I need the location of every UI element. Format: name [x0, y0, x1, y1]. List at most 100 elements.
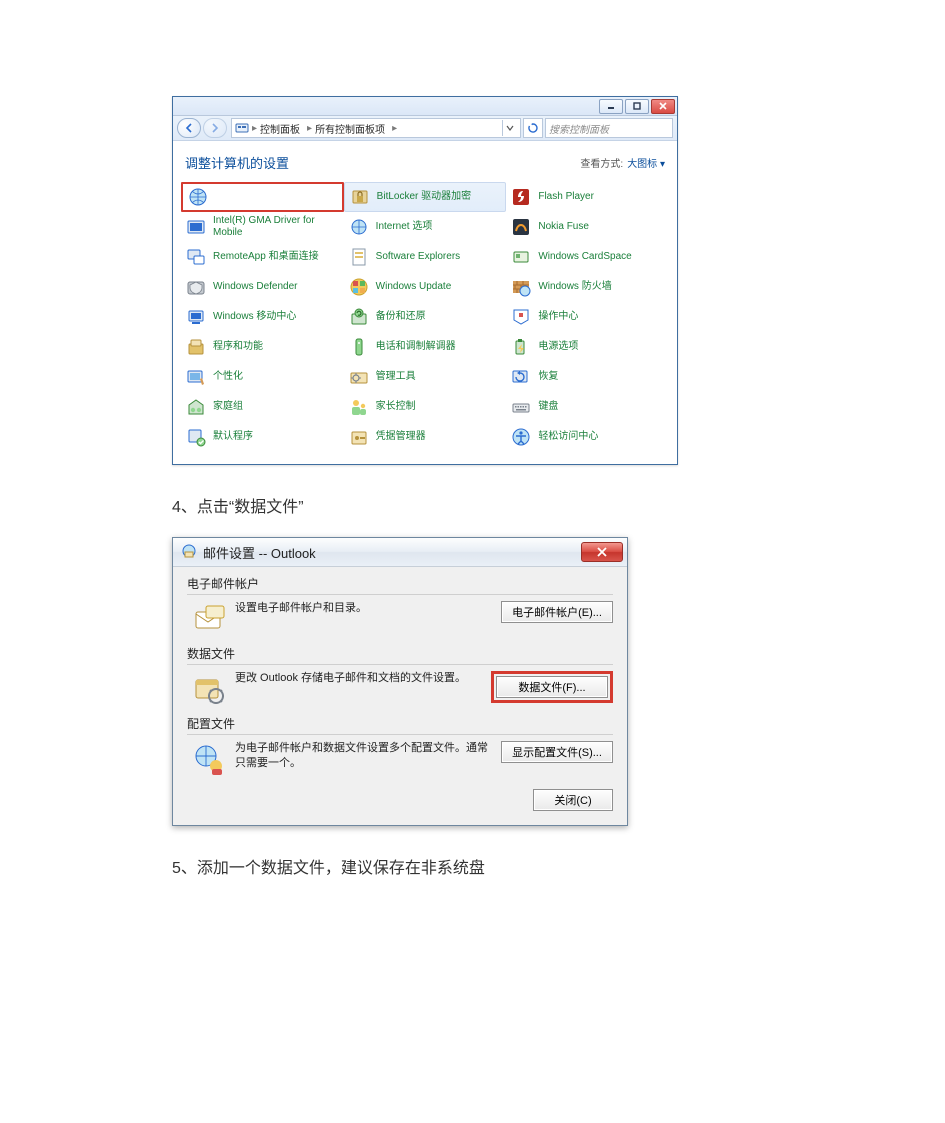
cp-item-cardspace[interactable]: Windows CardSpace — [506, 242, 669, 272]
default-programs-icon — [185, 426, 207, 448]
cp-item-homegroup[interactable]: 家庭组 — [181, 392, 344, 422]
ease-of-access-icon — [510, 426, 532, 448]
back-button[interactable] — [177, 118, 201, 138]
maximize-button[interactable] — [625, 99, 649, 114]
data-files-icon — [191, 671, 227, 707]
cp-item-label: Internet 选项 — [376, 221, 433, 233]
search-box[interactable]: 搜索控制面板 — [545, 118, 673, 138]
power-icon — [510, 336, 532, 358]
admin-tools-icon — [348, 366, 370, 388]
search-placeholder: 搜索控制面板 — [549, 121, 609, 136]
cp-item-software-explorers[interactable]: Software Explorers — [344, 242, 507, 272]
forward-button[interactable] — [203, 118, 227, 138]
data-files-button[interactable]: 数据文件(F)... — [496, 676, 608, 698]
cp-view-value[interactable]: 大图标 ▾ — [627, 159, 665, 170]
close-button[interactable] — [651, 99, 675, 114]
cp-items-grid: BitLocker 驱动器加密 Flash Player Intel(R) GM… — [173, 178, 677, 464]
cp-item-label: Flash Player — [538, 191, 594, 203]
mail-group-accounts: 电子邮件帐户 设置电子邮件帐户和目录。 电子邮件帐户(E)... — [187, 575, 613, 637]
cp-item-label: 家长控制 — [376, 401, 416, 413]
control-panel-icon — [235, 122, 249, 134]
step-4-caption: 4、点击“数据文件” — [172, 493, 945, 517]
cp-item-keyboard[interactable]: 键盘 — [506, 392, 669, 422]
cp-item-label: Nokia Fuse — [538, 221, 589, 233]
cp-item-label: 程序和功能 — [213, 341, 263, 353]
breadcrumb-seg-1[interactable]: 控制面板 — [260, 121, 300, 136]
cp-item-parental[interactable]: 家长控制 — [344, 392, 507, 422]
cp-item-mobility[interactable]: Windows 移动中心 — [181, 302, 344, 332]
globe-icon — [187, 186, 209, 208]
cp-header: 调整计算机的设置 查看方式:大图标 ▾ — [173, 141, 677, 178]
remoteapp-icon — [185, 246, 207, 268]
defender-icon — [185, 276, 207, 298]
mail-close-button[interactable] — [581, 542, 623, 562]
mobility-icon — [185, 306, 207, 328]
breadcrumb-bar[interactable]: ▸ 控制面板 ▸ 所有控制面板项 ▸ — [231, 118, 521, 138]
breadcrumb-seg-2[interactable]: 所有控制面板项 — [315, 121, 385, 136]
mail-group-datafiles: 数据文件 更改 Outlook 存储电子邮件和文档的文件设置。 数据文件(F).… — [187, 645, 613, 707]
cp-item-label: 备份和还原 — [376, 311, 426, 323]
cp-item-recovery[interactable]: 恢复 — [506, 362, 669, 392]
cardspace-icon — [510, 246, 532, 268]
cp-item-label: Windows Update — [376, 281, 452, 293]
mail-group-title: 电子邮件帐户 — [187, 575, 613, 592]
refresh-button[interactable] — [523, 118, 543, 138]
email-accounts-button[interactable]: 电子邮件帐户(E)... — [501, 601, 613, 623]
mail-app-icon — [181, 543, 197, 562]
cp-item-action-center[interactable]: 操作中心 — [506, 302, 669, 332]
programs-icon — [185, 336, 207, 358]
cp-item-defender[interactable]: Windows Defender — [181, 272, 344, 302]
mail-group-profiles: 配置文件 为电子邮件帐户和数据文件设置多个配置文件。通常只需要一个。 显示配置文… — [187, 715, 613, 777]
cp-item-nokia[interactable]: Nokia Fuse — [506, 212, 669, 242]
cp-item-label: 个性化 — [213, 371, 243, 383]
cp-item-label: Software Explorers — [376, 251, 460, 263]
show-profiles-button[interactable]: 显示配置文件(S)... — [501, 741, 613, 763]
cp-item-gma[interactable]: Intel(R) GMA Driver for Mobile — [181, 212, 344, 242]
cp-item-default-programs[interactable]: 默认程序 — [181, 422, 344, 452]
cp-item-ease-of-access[interactable]: 轻松访问中心 — [506, 422, 669, 452]
credential-icon — [348, 426, 370, 448]
cp-item-label: 凭据管理器 — [376, 431, 426, 443]
cp-item-modem[interactable]: 电话和调制解调器 — [344, 332, 507, 362]
cp-item-credential-manager[interactable]: 凭据管理器 — [344, 422, 507, 452]
cp-navbar: ▸ 控制面板 ▸ 所有控制面板项 ▸ 搜索控制面板 — [173, 116, 677, 141]
recovery-icon — [510, 366, 532, 388]
cp-item-windows-update[interactable]: Windows Update — [344, 272, 507, 302]
mail-close-ok-button[interactable]: 关闭(C) — [533, 789, 613, 811]
breadcrumb-sep: ▸ — [252, 123, 257, 134]
backup-icon — [348, 306, 370, 328]
intel-gma-icon — [185, 216, 207, 238]
cp-item-admin-tools[interactable]: 管理工具 — [344, 362, 507, 392]
breadcrumb-sep: ▸ — [392, 123, 397, 134]
cp-titlebar — [173, 97, 677, 116]
cp-item-remoteapp[interactable]: RemoteApp 和桌面连接 — [181, 242, 344, 272]
breadcrumb-dropdown[interactable] — [502, 120, 517, 136]
profiles-icon — [191, 741, 227, 777]
cp-item-firewall[interactable]: Windows 防火墙 — [506, 272, 669, 302]
cp-view-selector[interactable]: 查看方式:大图标 ▾ — [580, 155, 665, 170]
cp-item-bitlocker[interactable]: BitLocker 驱动器加密 — [344, 182, 507, 212]
cp-item-backup[interactable]: 备份和还原 — [344, 302, 507, 332]
cp-item-flash[interactable]: Flash Player — [506, 182, 669, 212]
cp-item-label: 键盘 — [538, 401, 558, 413]
cp-item-label: 轻松访问中心 — [538, 431, 598, 443]
keyboard-icon — [510, 396, 532, 418]
firewall-icon — [510, 276, 532, 298]
step-5-caption: 5、添加一个数据文件，建议保存在非系统盘 — [172, 854, 945, 878]
mail-settings-dialog: 邮件设置 -- Outlook 电子邮件帐户 设置电子邮件帐户和目录。 电子邮件… — [172, 537, 628, 826]
mail-group-title: 配置文件 — [187, 715, 613, 732]
cp-item-label: 默认程序 — [213, 431, 253, 443]
cp-item-label: Windows 防火墙 — [538, 281, 611, 293]
cp-item-power[interactable]: 电源选项 — [506, 332, 669, 362]
mail-group-text: 设置电子邮件帐户和目录。 — [235, 601, 501, 616]
minimize-button[interactable] — [599, 99, 623, 114]
cp-item-internet[interactable]: Internet 选项 — [344, 212, 507, 242]
cp-item-programs[interactable]: 程序和功能 — [181, 332, 344, 362]
cp-item-label: Windows CardSpace — [538, 251, 631, 263]
breadcrumb-sep: ▸ — [307, 123, 312, 134]
cp-item-label: Intel(R) GMA Driver for Mobile — [213, 215, 340, 239]
cp-item-highlighted[interactable] — [181, 182, 344, 212]
action-center-icon — [510, 306, 532, 328]
cp-item-personalization[interactable]: 个性化 — [181, 362, 344, 392]
mail-group-text: 为电子邮件帐户和数据文件设置多个配置文件。通常只需要一个。 — [235, 741, 501, 771]
